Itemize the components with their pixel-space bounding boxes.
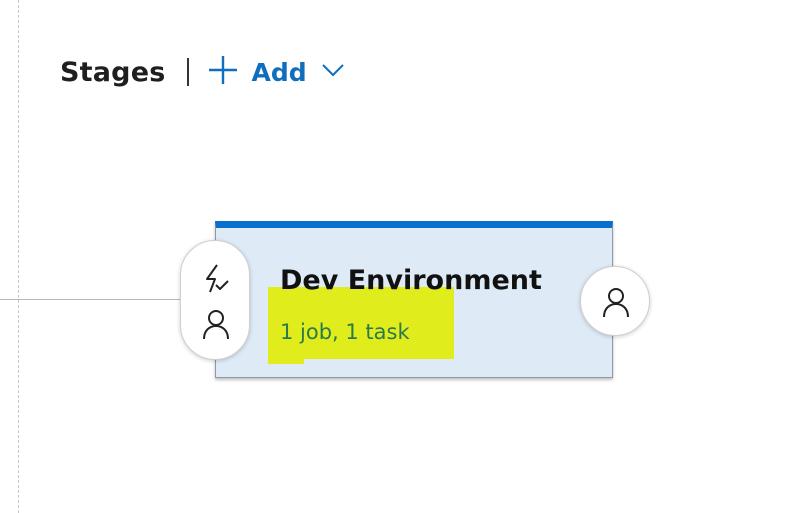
- add-label: Add: [251, 57, 307, 87]
- artifacts-divider: [18, 0, 19, 513]
- stage-summary-link[interactable]: 1 job, 1 task: [280, 320, 410, 344]
- post-deployment-approver-icon[interactable]: [602, 286, 630, 322]
- pipeline-canvas: Stages Add Dev Environment 1 job, 1 task: [0, 0, 802, 513]
- pre-deployment-conditions[interactable]: [180, 240, 250, 360]
- chevron-down-icon[interactable]: [321, 62, 345, 82]
- post-deployment-conditions[interactable]: [580, 266, 650, 336]
- artifact-connector-line: [0, 299, 184, 300]
- stage-card-dev-environment[interactable]: Dev Environment 1 job, 1 task: [215, 221, 613, 378]
- stage-name[interactable]: Dev Environment: [280, 265, 542, 296]
- pre-deployment-approver-icon[interactable]: [202, 308, 230, 344]
- highlight-mark-tail: [268, 356, 304, 364]
- add-stage-button[interactable]: Add: [207, 54, 344, 90]
- stages-title: Stages: [60, 56, 166, 88]
- trigger-icon[interactable]: [200, 263, 232, 299]
- stages-header: Stages Add: [60, 50, 345, 94]
- plus-icon: [207, 54, 239, 90]
- header-divider: [187, 58, 190, 86]
